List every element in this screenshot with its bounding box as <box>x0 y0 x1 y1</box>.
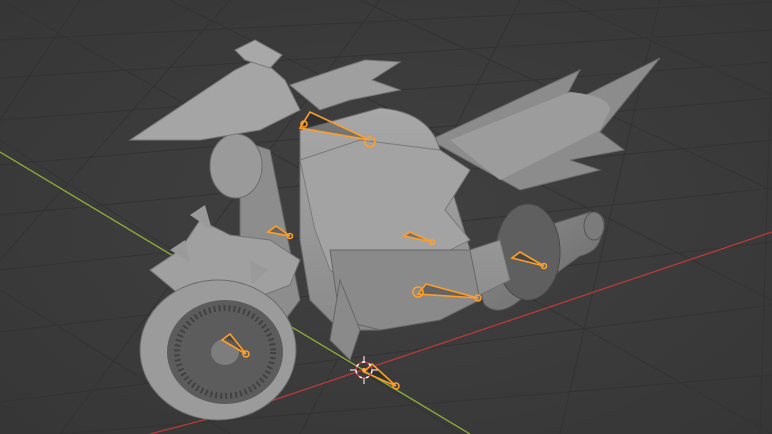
viewport-canvas[interactable] <box>0 0 772 434</box>
headlight <box>209 133 263 199</box>
rear-wheel <box>495 203 561 301</box>
3d-viewport[interactable] <box>0 0 772 434</box>
exhaust-tip <box>583 211 605 241</box>
